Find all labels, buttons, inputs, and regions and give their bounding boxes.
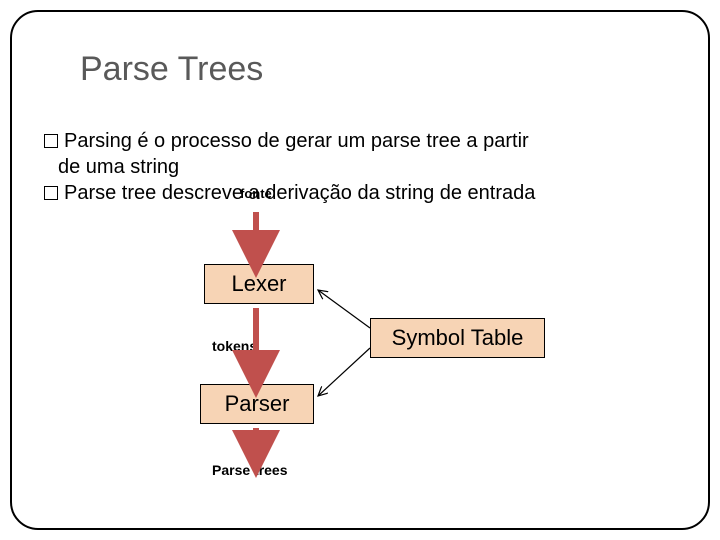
bullet-square-icon <box>44 186 58 200</box>
label-fonte: fonte <box>240 186 272 201</box>
slide-title: Parse Trees <box>80 50 263 89</box>
bullet-1-text: Parsing é o processo de gerar um parse t… <box>64 130 529 152</box>
box-symbol-table: Symbol Table <box>370 318 545 358</box>
arrows-overlay <box>12 12 710 530</box>
arrow-symtab-parser <box>318 348 370 396</box>
bullet-2: Parse tree descreve a derivação da strin… <box>44 182 684 205</box>
label-tokens: tokens <box>212 338 257 354</box>
bullet-1: Parsing é o processo de gerar um parse t… <box>44 130 684 153</box>
bullet-2-text: Parse tree descreve a derivação da strin… <box>64 182 535 204</box>
box-parser: Parser <box>200 384 314 424</box>
box-lexer: Lexer <box>204 264 314 304</box>
bullet-1-cont: de uma string <box>58 156 179 179</box>
label-parse-trees: Parse trees <box>212 462 288 478</box>
arrow-symtab-lexer <box>318 290 370 328</box>
bullet-square-icon <box>44 134 58 148</box>
bullet-1-cont-text: de uma string <box>58 156 179 178</box>
slide-frame: Parse Trees Parsing é o processo de gera… <box>10 10 710 530</box>
